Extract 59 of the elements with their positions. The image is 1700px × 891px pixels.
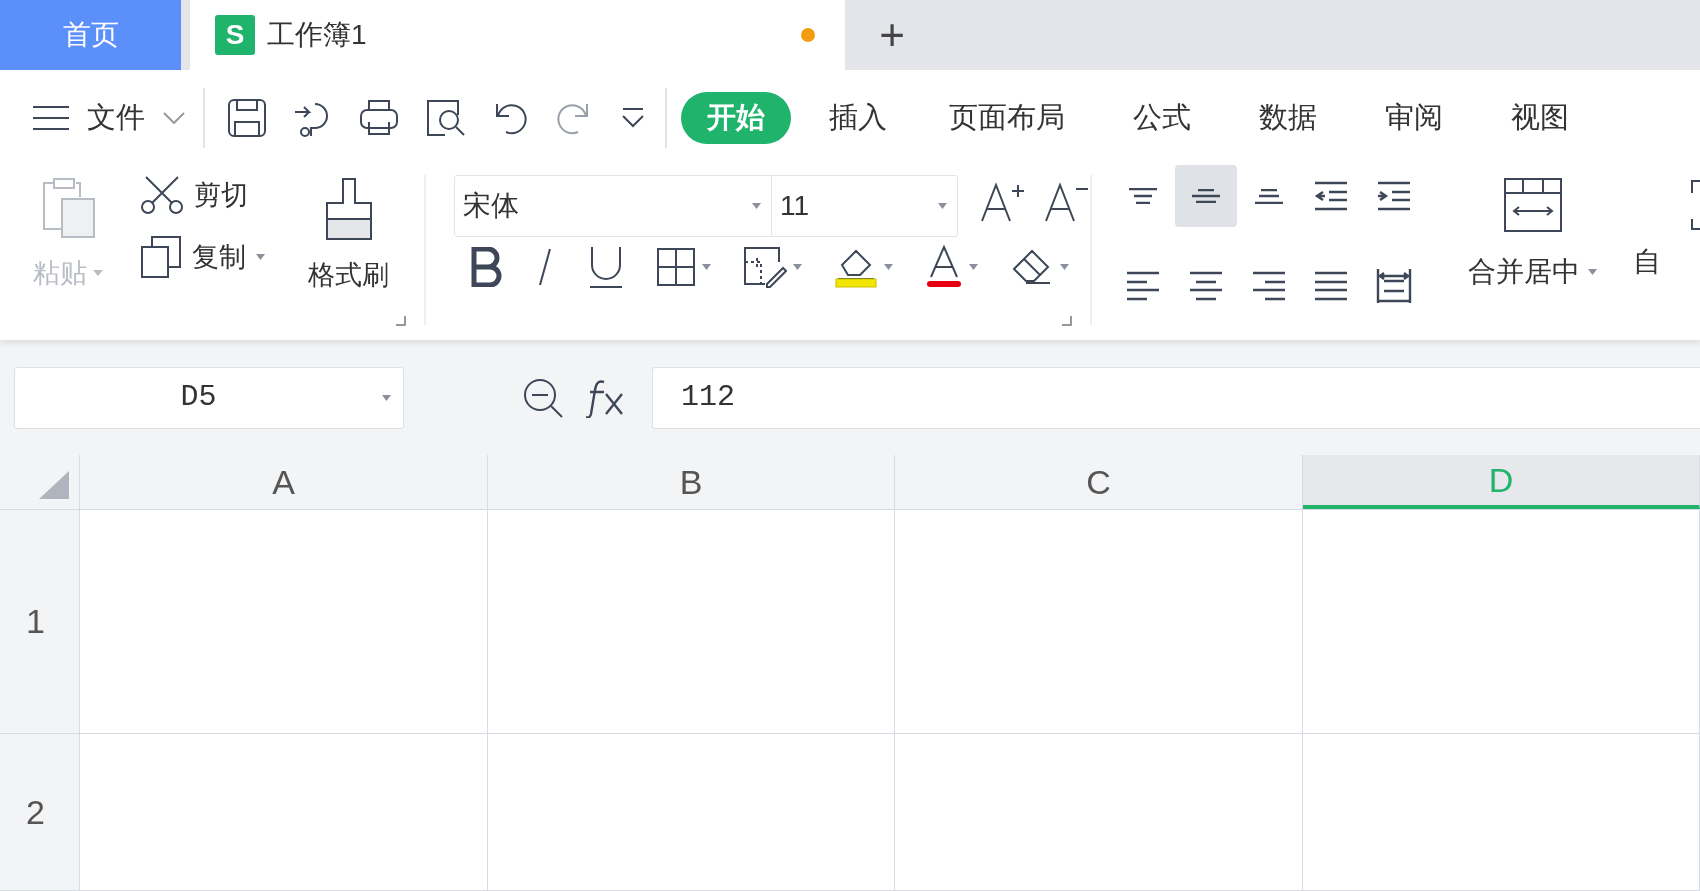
caret-icon[interactable]: [1060, 264, 1069, 270]
new-tab-button[interactable]: +: [867, 0, 917, 70]
format-painter-button[interactable]: 格式刷: [308, 177, 389, 296]
align-top-icon: [1128, 188, 1158, 204]
chevron-down-icon: [163, 111, 185, 124]
font-color-icon[interactable]: [925, 245, 963, 289]
caret-icon[interactable]: [969, 264, 978, 270]
caret-icon[interactable]: [702, 264, 711, 270]
merge-cells-icon: [1502, 177, 1563, 233]
ribbon-tab[interactable]: 审阅: [1385, 91, 1443, 144]
align-bottom-icon: [1253, 188, 1284, 204]
name-box[interactable]: D5: [14, 366, 404, 429]
dialog-launcher-icon[interactable]: [1062, 316, 1072, 326]
caret-icon[interactable]: [382, 394, 391, 401]
ribbon-tab[interactable]: 公式: [1133, 91, 1191, 144]
save-icon[interactable]: [227, 97, 267, 138]
formula-field[interactable]: 112: [652, 366, 1700, 429]
copy-icon: [140, 235, 182, 279]
row-header[interactable]: 1: [0, 510, 80, 733]
caret-icon[interactable]: [938, 203, 947, 209]
caret-icon[interactable]: [256, 254, 265, 260]
customize-toolbar-icon[interactable]: [621, 106, 645, 129]
wrap-text-button[interactable]: 自: [1633, 241, 1661, 281]
dialog-launcher-icon[interactable]: [396, 316, 406, 326]
caret-icon[interactable]: [884, 264, 893, 270]
font-size-dropdown[interactable]: 11: [772, 175, 958, 237]
align-middle-icon: [1190, 189, 1221, 203]
borders-icon[interactable]: [656, 247, 696, 287]
caret-icon[interactable]: [793, 264, 802, 270]
cut-button[interactable]: 剪切: [140, 175, 248, 216]
copy-button[interactable]: 复制: [140, 235, 265, 279]
document-tab[interactable]: S 工作簿1: [190, 0, 845, 70]
column-header[interactable]: A: [80, 455, 488, 509]
caret-icon[interactable]: [1588, 269, 1597, 275]
ribbon-tab[interactable]: 页面布局: [949, 91, 1065, 144]
paste-icon: [40, 177, 96, 239]
menu-icon[interactable]: [33, 104, 69, 131]
decrease-font-size-icon[interactable]: [1044, 181, 1090, 223]
bold-icon[interactable]: [470, 247, 502, 287]
file-menu[interactable]: 文件: [87, 95, 185, 140]
ribbon-tab[interactable]: 插入: [829, 91, 887, 144]
row-header[interactable]: 2: [0, 734, 80, 890]
file-label: 文件: [87, 99, 145, 135]
format-cells-icon[interactable]: [743, 246, 787, 288]
ribbon-tab[interactable]: 视图: [1511, 91, 1569, 144]
scissors-icon: [140, 175, 184, 216]
font-name-dropdown[interactable]: 宋体: [454, 175, 772, 237]
underline-icon[interactable]: [588, 245, 624, 289]
column-header[interactable]: B: [488, 455, 895, 509]
spreadsheet-icon: S: [215, 15, 255, 55]
increase-font-size-icon[interactable]: [980, 181, 1026, 223]
caret-icon[interactable]: [752, 203, 761, 209]
merge-center-button[interactable]: 合并居中: [1450, 165, 1615, 340]
tab-title: 工作簿1: [267, 18, 368, 52]
zoom-out-icon[interactable]: [522, 376, 564, 419]
print-preview-icon[interactable]: [425, 97, 467, 138]
align-middle-button[interactable]: [1174, 165, 1237, 227]
print-icon[interactable]: [359, 97, 399, 138]
ribbon-tab[interactable]: 数据: [1259, 91, 1317, 144]
